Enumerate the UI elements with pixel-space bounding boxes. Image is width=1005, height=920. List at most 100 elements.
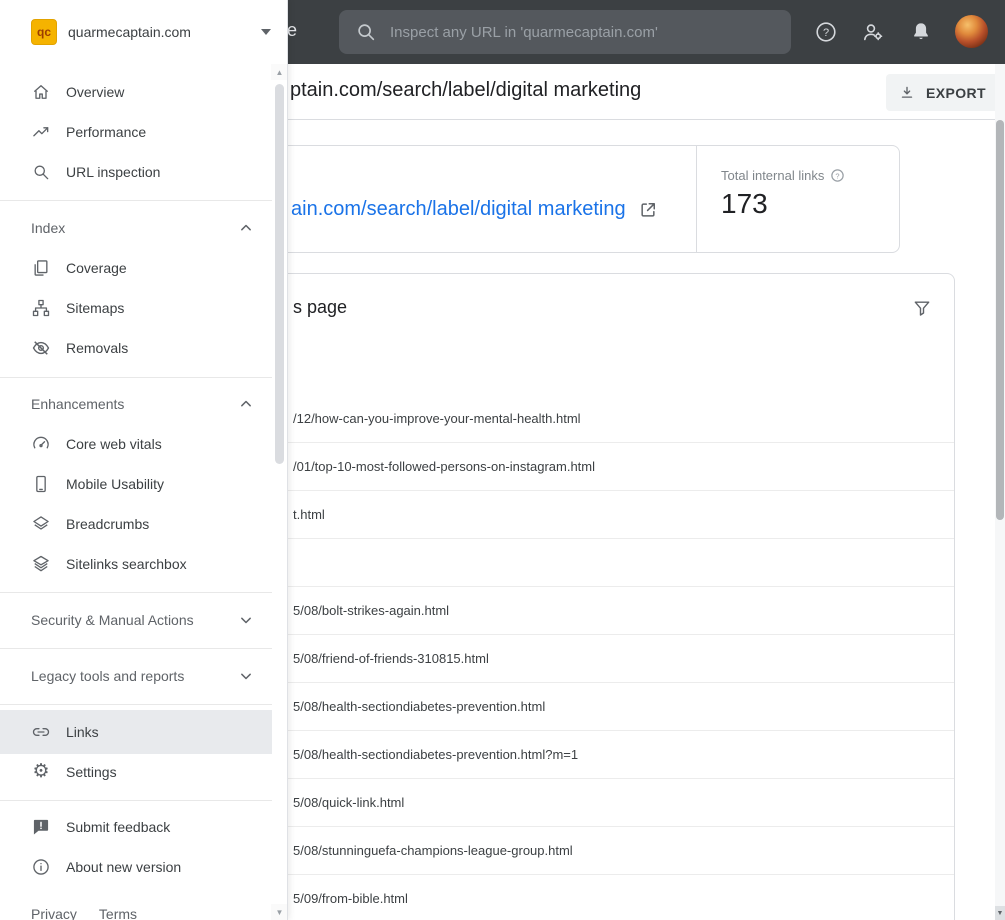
sidebar-item-submit-feedback[interactable]: Submit feedback [0,807,272,847]
main-scrollbar-thumb[interactable] [996,120,1004,520]
privacy-link[interactable]: Privacy [31,906,77,920]
sidebar-item-mobile-usability[interactable]: Mobile Usability [0,464,272,504]
sidebar-item-label: Removals [66,340,129,356]
sidebar-item-label: Performance [66,124,147,140]
linking-page-url: /01/top-10-most-followed-persons-on-inst… [293,459,596,474]
sidebar-item-label: Coverage [66,260,127,276]
sidebar-item-label: Mobile Usability [66,476,165,492]
export-label: EXPORT [926,84,986,101]
scroll-down-arrow-icon[interactable]: ▼ [271,904,287,920]
table-row[interactable]: 5/08/health-sectiondiabetes-prevention.h… [251,731,954,779]
sidebar-scrollbar[interactable]: ▲ ▼ [271,64,287,920]
chevron-down-icon [236,666,256,686]
manage-users-icon[interactable] [860,19,886,45]
terms-link[interactable]: Terms [99,906,137,920]
info-icon [31,857,51,877]
property-name: quarmecaptain.com [68,24,191,40]
chevron-down-icon [261,29,271,35]
card-divider [696,146,697,252]
total-links-label-text: Total internal links [721,168,825,183]
home-icon [31,82,51,102]
url-inspect-search[interactable] [339,10,791,54]
coverage-pages-icon [31,258,51,278]
divider [0,200,272,201]
app-logo-text-fragment: e [287,20,298,40]
smartphone-icon [31,474,51,494]
performance-chart-icon [31,122,51,142]
sidebar-section-enhancements[interactable]: Enhancements [0,384,272,424]
linking-page-url: /12/how-can-you-improve-your-mental-heal… [293,411,581,426]
sidebar-item-links[interactable]: Links [0,710,272,754]
sidebar-item-label: Links [66,724,99,740]
linking-page-url: 5/08/bolt-strikes-again.html [293,603,450,618]
table-row[interactable]: 5/08/friend-of-friends-310815.html [251,635,954,683]
links-table-rows: /12/how-can-you-improve-your-mental-heal… [251,395,954,920]
sidebar-item-label: Submit feedback [66,819,171,835]
gear-icon: ⚙ [32,761,50,782]
target-page-card: ain.com/search/label/digital marketing T… [250,145,900,253]
sidebar-section-security[interactable]: Security & Manual Actions [0,600,272,640]
sidebar-item-label: Settings [66,764,117,780]
sidebar-item-url-inspection[interactable]: URL inspection [0,152,272,192]
layers-stack-icon [31,554,51,574]
export-button[interactable]: EXPORT [886,74,1002,111]
total-internal-links-value: 173 [721,188,768,219]
search-input[interactable] [390,23,775,41]
table-row[interactable]: t.html [251,491,954,539]
table-row[interactable]: 5/08/stunninguefa-champions-league-group… [251,827,954,875]
sidebar-scrollbar-thumb[interactable] [275,84,284,464]
chevron-up-icon [236,218,256,238]
sidebar-item-label: URL inspection [66,164,161,180]
target-page-url: ain.com/search/label/digital marketing [291,198,626,220]
sidebar-item-removals[interactable]: Removals [0,328,272,368]
main-scrollbar[interactable]: ▼ [995,64,1005,920]
scroll-down-arrow-icon[interactable]: ▼ [995,906,1005,920]
sidebar-item-sitemaps[interactable]: Sitemaps [0,288,272,328]
property-selector[interactable]: qc quarmecaptain.com [0,0,287,64]
help-circle-icon[interactable]: ? [830,168,845,183]
scroll-up-arrow-icon[interactable]: ▲ [271,64,287,80]
sidebar-item-about-new-version[interactable]: About new version [0,847,272,887]
sidebar-item-settings[interactable]: ⚙ Settings [0,752,272,792]
download-icon [898,84,916,102]
notifications-bell-icon[interactable] [908,19,934,45]
page-title: ptain.com/search/label/digital marketing [290,79,642,101]
search-icon [355,21,377,43]
table-title: s page [293,297,348,317]
table-row[interactable]: 5/08/bolt-strikes-again.html [251,587,954,635]
sidebar-section-legacy-tools[interactable]: Legacy tools and reports [0,656,272,696]
open-in-new-icon[interactable] [638,200,658,220]
linking-page-url: 5/09/from-bible.html [293,891,408,906]
section-label: Legacy tools and reports [31,668,185,684]
chevron-down-icon [236,610,256,630]
table-row[interactable]: 5/09/from-bible.html [251,875,954,920]
table-row[interactable]: /01/top-10-most-followed-persons-on-inst… [251,443,954,491]
table-row[interactable]: 5/08/health-sectiondiabetes-prevention.h… [251,683,954,731]
linking-pages-card: s page /12/how-can-you-improve-your-ment… [250,273,955,920]
help-icon[interactable]: ? [813,19,839,45]
divider [0,800,272,801]
sidebar-item-coverage[interactable]: Coverage [0,248,272,288]
divider [0,704,272,705]
sidebar-item-sitelinks-searchbox[interactable]: Sitelinks searchbox [0,544,272,584]
table-row[interactable]: /12/how-can-you-improve-your-mental-heal… [251,395,954,443]
filter-icon[interactable] [909,295,935,321]
sidebar-section-index[interactable]: Index [0,208,272,248]
speedometer-icon [31,434,51,454]
user-avatar[interactable] [955,15,988,48]
sidebar-item-overview[interactable]: Overview [0,72,272,112]
linking-page-url: 5/08/stunninguefa-champions-league-group… [293,843,573,858]
divider [0,592,272,593]
section-label: Index [31,220,66,236]
divider [0,377,272,378]
target-page-link[interactable]: ain.com/search/label/digital marketing [291,198,658,221]
linking-page-url: 5/08/health-sectiondiabetes-prevention.h… [293,747,579,762]
feedback-icon [31,817,51,837]
sidebar-item-core-web-vitals[interactable]: Core web vitals [0,424,272,464]
sidebar-item-label: Breadcrumbs [66,516,150,532]
table-row[interactable] [251,539,954,587]
sidebar-item-breadcrumbs[interactable]: Breadcrumbs [0,504,272,544]
sidebar-item-performance[interactable]: Performance [0,112,272,152]
table-row[interactable]: 5/08/quick-link.html [251,779,954,827]
magnifier-icon [31,162,51,182]
